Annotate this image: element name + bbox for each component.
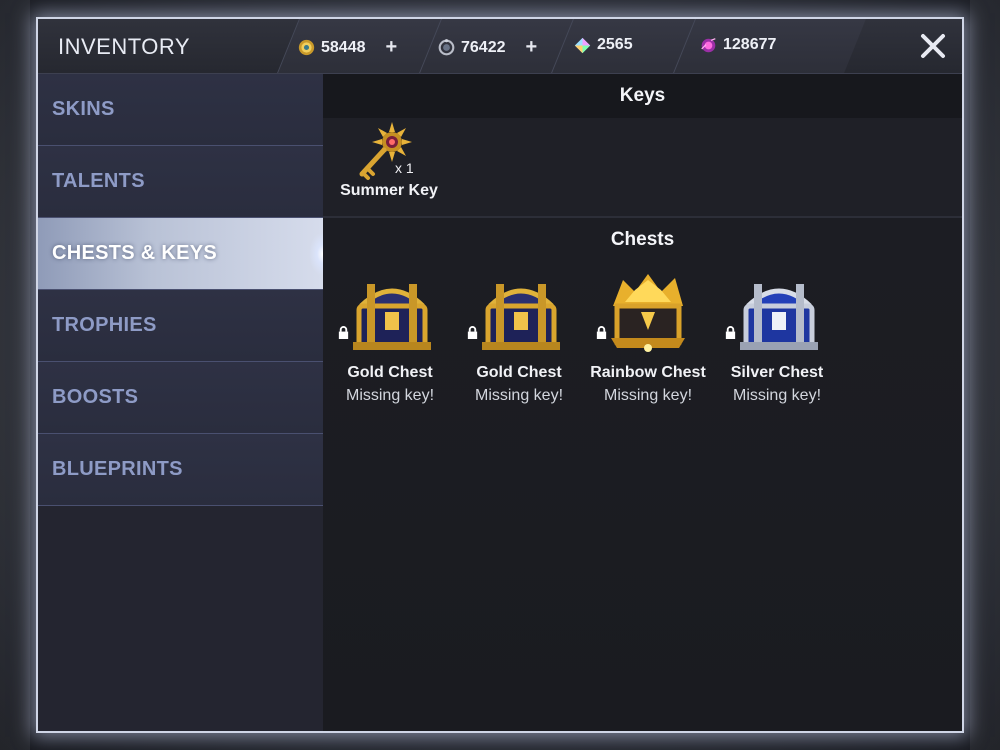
chest-art (460, 276, 578, 360)
close-button[interactable] (914, 27, 952, 65)
gold-chest-icon (482, 284, 560, 350)
lock-icon (596, 326, 607, 339)
keys-section-header: Keys (323, 74, 962, 118)
sidebar-item-label: SKINS (52, 98, 115, 120)
chests-section-header: Chests (323, 218, 962, 262)
ice-crystal-icon (574, 37, 591, 53)
chest-status: Missing key! (603, 387, 693, 404)
chest-art (589, 274, 707, 360)
chest-art (718, 276, 836, 360)
top-bar: INVENTORY 58448 + 76422 + 2565 128677 (38, 19, 962, 74)
inventory-modal: INVENTORY 58448 + 76422 + 2565 128677 SK… (36, 17, 964, 733)
sidebar-item-blueprints[interactable]: BLUEPRINTS (38, 434, 323, 506)
sidebar-item-label: BLUEPRINTS (52, 458, 183, 480)
close-icon (921, 34, 945, 58)
sidebar-item-talents[interactable]: TALENTS (38, 146, 323, 218)
sidebar-item-label: TALENTS (52, 170, 145, 192)
chest-name: Gold Chest (476, 364, 562, 381)
chest-status: Missing key! (732, 387, 822, 404)
sidebar-item-chests-keys[interactable]: CHESTS & KEYS (38, 218, 337, 290)
keys-section: x 1 Summer Key (323, 118, 962, 218)
chest-status: Missing key! (474, 387, 564, 404)
window-title: INVENTORY (58, 34, 191, 59)
sidebar-item-label: CHESTS & KEYS (52, 242, 218, 264)
lock-icon (725, 326, 736, 339)
currency-value: 2565 (597, 36, 633, 53)
gold-chest-icon (353, 284, 431, 350)
currency-value: 58448 (321, 38, 366, 56)
currency-essence: 128677 (700, 36, 776, 54)
sidebar-item-boosts[interactable]: BOOSTS (38, 362, 323, 434)
essence-icon (701, 37, 716, 52)
sidebar-item-label: BOOSTS (52, 386, 139, 408)
chest-art (331, 276, 449, 360)
currency-ice: 2565 (574, 36, 633, 54)
sidebar-item-skins[interactable]: SKINS (38, 74, 323, 146)
add-glory-button[interactable]: + (526, 36, 538, 59)
key-item[interactable]: x 1 Summer Key (337, 118, 441, 200)
currency-gold: 58448 + (298, 36, 397, 59)
sidebar-item-trophies[interactable]: TROPHIES (38, 290, 323, 362)
currency-value: 76422 (461, 38, 506, 56)
silver-chest-icon (740, 284, 818, 350)
chest-item-silver[interactable]: Silver Chest Missing key! (718, 276, 836, 405)
chest-name: Rainbow Chest (590, 364, 706, 381)
sidebar-item-label: TROPHIES (52, 314, 157, 336)
chest-item-gold[interactable]: Gold Chest Missing key! (460, 276, 578, 405)
key-name: Summer Key (340, 182, 438, 199)
rainbow-chest-icon (611, 274, 685, 352)
content-panel: Keys x 1 Summer Key Chests Gold Chest Mi… (323, 74, 962, 731)
key-count: x 1 (395, 160, 414, 176)
chest-item-gold[interactable]: Gold Chest Missing key! (331, 276, 449, 405)
chest-status: Missing key! (345, 387, 435, 404)
category-sidebar: SKINS TALENTS CHESTS & KEYS TROPHIES BOO… (38, 74, 337, 731)
add-gold-button[interactable]: + (386, 36, 398, 59)
lock-icon (338, 326, 349, 339)
currency-glory: 76422 + (438, 36, 537, 59)
lock-icon (467, 326, 478, 339)
glory-icon (438, 39, 455, 56)
chest-item-rainbow[interactable]: Rainbow Chest Missing key! (589, 274, 707, 405)
gold-coin-icon (298, 39, 315, 56)
chest-name: Gold Chest (347, 364, 433, 381)
chest-name: Silver Chest (730, 364, 824, 381)
currency-value: 128677 (723, 36, 777, 53)
